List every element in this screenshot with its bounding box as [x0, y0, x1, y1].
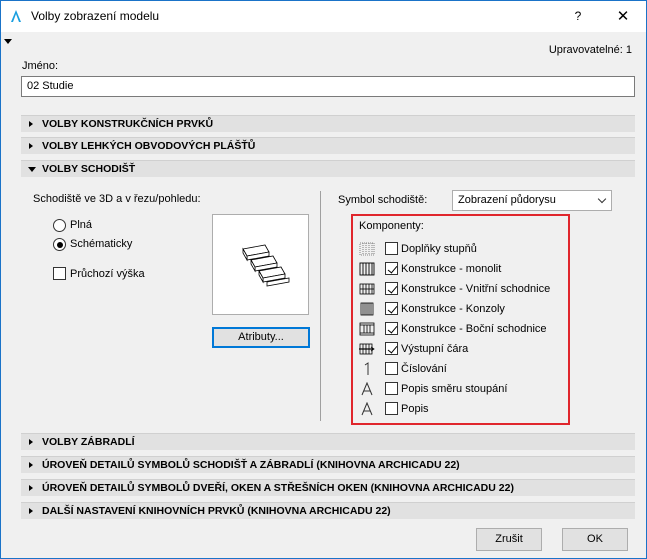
section-title: ÚROVEŇ DETAILŮ SYMBOLŮ DVEŘÍ, OKEN A STŘ… [42, 482, 514, 494]
headroom-checkbox[interactable] [53, 267, 66, 280]
stair-preview [212, 214, 309, 315]
section-title: DALŠÍ NASTAVENÍ KNIHOVNÍCH PRVKŮ (KNIHOV… [42, 505, 391, 517]
radio-schematic[interactable] [53, 238, 66, 251]
component-checkbox-0[interactable] [385, 242, 398, 255]
dialog-window: Volby zobrazení modelu ? ✕ Upravovatelné… [0, 0, 647, 559]
window-title: Volby zobrazení modelu [31, 9, 160, 23]
component-checkbox-4[interactable] [385, 322, 398, 335]
section-railing[interactable]: VOLBY ZÁBRADLÍ [21, 433, 635, 450]
inner-stringer-icon [359, 283, 375, 295]
walking-line-icon [359, 343, 375, 355]
cancel-button[interactable]: Zrušit [476, 528, 542, 551]
radio-solid[interactable] [53, 219, 66, 232]
section-title: VOLBY LEHKÝCH OBVODOVÝCH PLÁŠŤŮ [42, 140, 256, 152]
dialog-menu-icon[interactable] [4, 39, 12, 44]
section-detail-doors[interactable]: ÚROVEŇ DETAILŮ SYMBOLŮ DVEŘÍ, OKEN A STŘ… [21, 479, 635, 496]
component-checkbox-2[interactable] [385, 282, 398, 295]
vertical-divider [320, 191, 321, 421]
section-curtain-walls[interactable]: VOLBY LEHKÝCH OBVODOVÝCH PLÁŠŤŮ [21, 137, 635, 154]
tread-accessory-icon [359, 242, 375, 256]
symbol-label: Symbol schodiště: [338, 194, 428, 206]
name-label: Jméno: [22, 60, 59, 72]
symbol-selected-value: Zobrazení půdorysu [458, 194, 556, 206]
help-button[interactable]: ? [555, 1, 601, 32]
expand-arrow-icon [29, 508, 33, 514]
component-label-7[interactable]: Popis směru stoupání [401, 383, 507, 395]
component-checkbox-7[interactable] [385, 382, 398, 395]
component-label-5[interactable]: Výstupní čára [401, 343, 468, 355]
section-construction[interactable]: VOLBY KONSTRUKČNÍCH PRVKŮ [21, 115, 635, 132]
text-label-icon [361, 402, 373, 416]
component-label-2[interactable]: Konstrukce - Vnitřní schodnice [401, 283, 550, 295]
text-label-icon [361, 382, 373, 396]
section-title: ÚROVEŇ DETAILŮ SYMBOLŮ SCHODIŠŤ A ZÁBRAD… [42, 459, 460, 471]
cantilever-icon [360, 302, 374, 316]
ok-button[interactable]: OK [562, 528, 628, 551]
chevron-down-icon [597, 194, 607, 204]
radio-schematic-label[interactable]: Schématicky [70, 238, 132, 250]
expand-arrow-icon [29, 143, 33, 149]
title-bar: Volby zobrazení modelu ? ✕ [1, 1, 646, 32]
expand-arrow-icon [29, 462, 33, 468]
section-library[interactable]: DALŠÍ NASTAVENÍ KNIHOVNÍCH PRVKŮ (KNIHOV… [21, 502, 635, 519]
symbol-dropdown[interactable]: Zobrazení půdorysu [452, 190, 612, 211]
component-checkbox-8[interactable] [385, 402, 398, 415]
expand-arrow-icon [29, 439, 33, 445]
close-button[interactable]: ✕ [600, 1, 646, 32]
radio-solid-label[interactable]: Plná [70, 219, 92, 231]
numbering-icon [364, 362, 369, 375]
headroom-label[interactable]: Průchozí výška [70, 268, 145, 280]
component-checkbox-3[interactable] [385, 302, 398, 315]
component-checkbox-1[interactable] [385, 262, 398, 275]
structure-monolith-icon [359, 262, 375, 276]
stair-schematic-icon [242, 244, 290, 287]
component-label-0[interactable]: Doplňky stupňů [401, 243, 477, 255]
section-title: VOLBY SCHODIŠŤ [42, 163, 136, 175]
section-title: VOLBY ZÁBRADLÍ [42, 436, 135, 448]
name-input[interactable]: 02 Studie [21, 76, 635, 97]
section-title: VOLBY KONSTRUKČNÍCH PRVKŮ [42, 118, 214, 130]
component-checkbox-5[interactable] [385, 342, 398, 355]
attributes-button[interactable]: Atributy... [212, 327, 310, 348]
dialog-footer: Zrušit OK [1, 523, 646, 558]
section-stairs[interactable]: VOLBY SCHODIŠŤ [21, 160, 635, 177]
archicad-icon [11, 10, 21, 22]
component-label-6[interactable]: Číslování [401, 363, 447, 375]
editable-count: Upravovatelné: 1 [548, 44, 632, 56]
stairs-view-label: Schodiště ve 3D a v řezu/pohledu: [33, 193, 201, 205]
expand-arrow-icon [29, 485, 33, 491]
component-checkbox-6[interactable] [385, 362, 398, 375]
side-stringer-icon [359, 322, 375, 336]
component-label-1[interactable]: Konstrukce - monolit [401, 263, 501, 275]
components-label: Komponenty: [359, 220, 424, 232]
component-label-8[interactable]: Popis [401, 403, 429, 415]
component-label-3[interactable]: Konstrukce - Konzoly [401, 303, 505, 315]
section-detail-stairs[interactable]: ÚROVEŇ DETAILŮ SYMBOLŮ SCHODIŠŤ A ZÁBRAD… [21, 456, 635, 473]
collapse-arrow-icon [28, 167, 36, 172]
component-label-4[interactable]: Konstrukce - Boční schodnice [401, 323, 547, 335]
expand-arrow-icon [29, 121, 33, 127]
